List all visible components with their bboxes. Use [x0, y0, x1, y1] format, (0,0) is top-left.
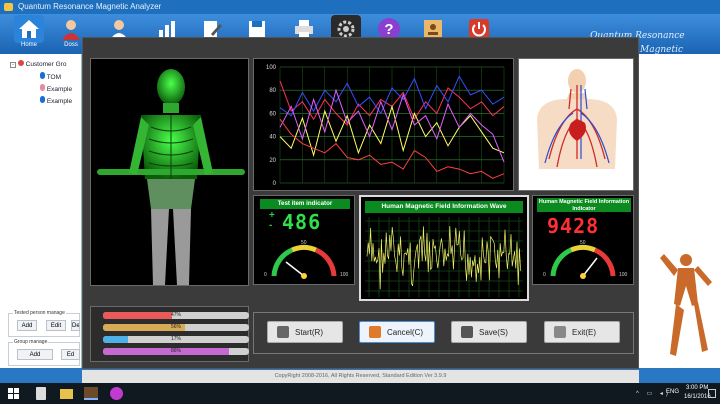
tree-item-example-2[interactable]: Example — [40, 96, 72, 105]
folder-icon[interactable] — [60, 389, 73, 399]
male-icon — [40, 96, 45, 103]
save-label: Save(S) — [479, 327, 508, 337]
body-skeleton-image — [97, 69, 245, 285]
window-title: Quantum Resonance Magnetic Analyzer — [18, 2, 162, 11]
edit-group-button[interactable]: Ed — [61, 349, 80, 360]
female-icon — [40, 84, 45, 91]
exit-label: Exit(E) — [572, 327, 596, 337]
group-manage-group: Group manage Add Ed — [8, 339, 80, 366]
person-icon — [62, 20, 80, 40]
athlete-figure — [660, 254, 712, 356]
windows-taskbar: ^ ▭ ◂) ENG 3:00 PM 16/1/2016 — [0, 383, 720, 404]
start-icon — [277, 326, 289, 338]
progress-bar-2: 56% — [103, 324, 249, 331]
progress-label-2: 56% — [170, 324, 181, 330]
wave-trace — [366, 226, 521, 290]
tree-item-tom[interactable]: TOM — [40, 72, 61, 81]
gauge-max-label: 100 — [340, 272, 349, 278]
delete-person-button[interactable]: Del — [71, 320, 80, 331]
exit-icon — [554, 326, 566, 338]
language-indicator[interactable]: ENG — [666, 389, 679, 395]
progress-label-3: 17% — [170, 336, 181, 342]
customer-tree-panel: - Customer Gro TOM Example Example Teste… — [0, 54, 82, 368]
save-icon — [461, 326, 473, 338]
field-indicator-title: Human Magnetic Field Information Indicat… — [537, 198, 631, 212]
exit-button[interactable]: Exit(E) — [544, 321, 620, 343]
right-background — [636, 54, 720, 368]
calculator-icon[interactable] — [36, 387, 46, 400]
progress-label-4: 86% — [170, 348, 181, 354]
browser-icon[interactable] — [110, 387, 123, 400]
multi-series-line-chart: 0 20 40 60 80 100 — [266, 65, 505, 187]
expand-icon: - — [10, 62, 16, 68]
home-label: Home — [20, 42, 37, 48]
start-button[interactable]: Start(R) — [267, 321, 343, 343]
y-tick-label: 0 — [273, 181, 277, 187]
app-taskbar-icon[interactable] — [84, 387, 98, 400]
body-scan-panel — [90, 58, 249, 286]
tested-person-group: Tested person manage Add Edit Del — [8, 310, 80, 337]
y-tick-label: 20 — [269, 158, 276, 164]
test-item-title: Test item indicator — [260, 199, 350, 209]
progress-panel: 47% 56% 17% 86% — [90, 306, 249, 362]
home-button[interactable] — [14, 15, 44, 43]
progress-bar-4: 86% — [103, 348, 249, 355]
add-group-button[interactable]: Add — [17, 349, 53, 360]
analysis-dialog: 0 20 40 60 80 100 Test item indicator + - 486 — [82, 37, 639, 369]
y-tick-label: 80 — [269, 88, 276, 94]
minus-sign: - — [269, 220, 273, 231]
edit-person-button[interactable]: Edit — [46, 320, 66, 331]
cancel-button[interactable]: Cancel(C) — [359, 321, 435, 343]
y-tick-label: 60 — [269, 111, 276, 117]
home-icon — [19, 20, 39, 38]
copyright-bar: CopyRight 2008-2016, All Rights Reserved… — [82, 370, 639, 383]
line-chart-panel: 0 20 40 60 80 100 — [253, 58, 514, 191]
progress-bar-3: 17% — [103, 336, 249, 343]
tree-root[interactable]: - Customer Gro — [10, 60, 66, 68]
gauge-min-label: 0 — [264, 272, 267, 278]
tree-item-example-1[interactable]: Example — [40, 84, 72, 93]
field-gauge-min-label: 0 — [543, 272, 546, 278]
tested-person-caption: Tested person manage — [13, 310, 66, 316]
gauge-mid-label: 50 — [301, 240, 307, 246]
male-icon — [40, 72, 45, 79]
field-gauge-mid-label: 50 — [580, 240, 586, 246]
information-wave-panel: Human Magnetic Field Information Wave — [359, 195, 529, 301]
cancel-label: Cancel(C) — [387, 327, 424, 337]
circulatory-system-image — [537, 69, 617, 169]
wave-title: Human Magnetic Field Information Wave — [365, 201, 523, 213]
start-label: Start(R) — [295, 327, 323, 337]
app-icon — [4, 3, 13, 11]
field-indicator-panel: Human Magnetic Field Information Indicat… — [532, 195, 634, 285]
save-button[interactable]: Save(S) — [451, 321, 527, 343]
cancel-icon — [369, 326, 381, 338]
clock-time[interactable]: 3:00 PM — [686, 385, 708, 391]
group-icon — [17, 60, 24, 66]
y-tick-label: 40 — [269, 135, 276, 141]
notification-icon[interactable] — [708, 389, 716, 398]
test-item-indicator-panel: Test item indicator + - 486 0 50 100 — [253, 195, 355, 285]
group-manage-caption: Group manage — [13, 339, 49, 345]
add-person-button[interactable]: Add — [17, 320, 37, 331]
circulatory-panel — [518, 58, 634, 191]
windows-start-icon[interactable] — [8, 388, 20, 400]
window-title-bar: Quantum Resonance Magnetic Analyzer — [0, 0, 720, 14]
y-tick-label: 100 — [266, 65, 277, 71]
information-waveform — [365, 217, 523, 297]
svg-text:?: ? — [384, 21, 393, 38]
progress-label-1: 47% — [170, 312, 181, 318]
clock-date[interactable]: 16/1/2016 — [684, 394, 711, 400]
field-indicator-value: 9428 — [547, 214, 600, 238]
field-gauge-max-label: 100 — [619, 272, 628, 278]
progress-bar-1: 47% — [103, 312, 249, 319]
test-item-value: 486 — [282, 210, 322, 234]
